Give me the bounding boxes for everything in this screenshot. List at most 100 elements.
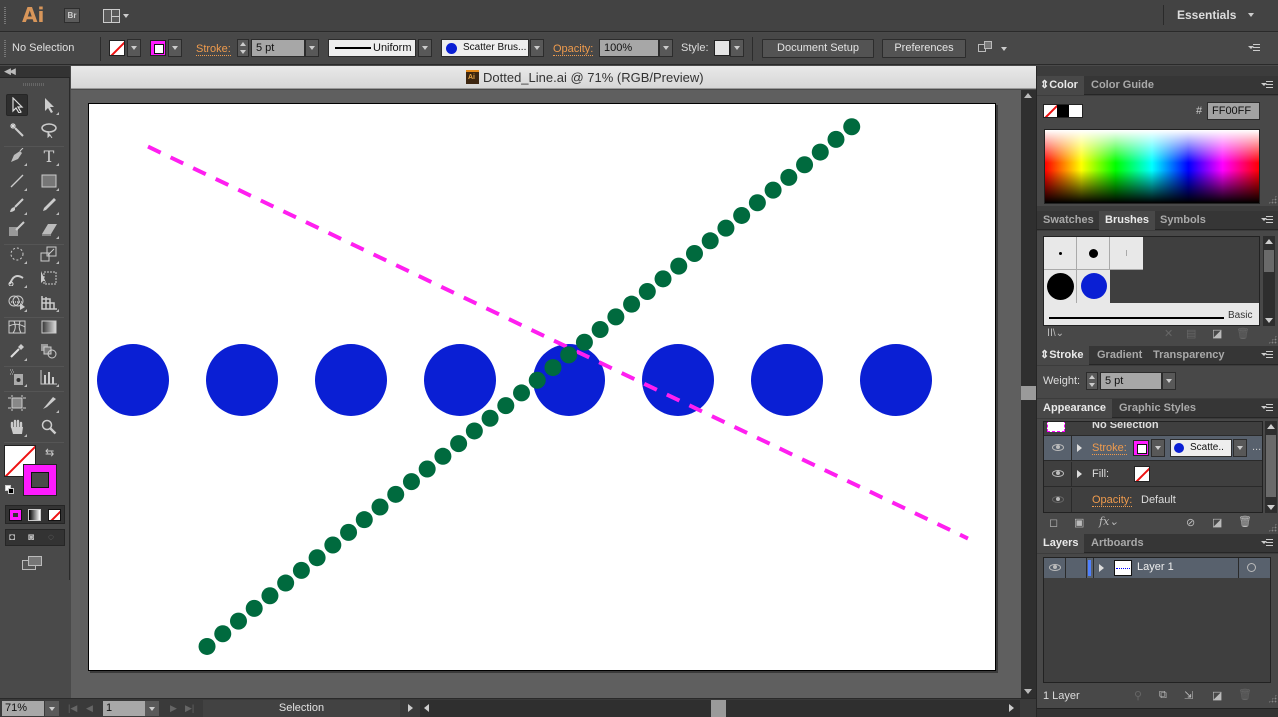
scroll-thumb[interactable] xyxy=(1021,386,1036,400)
tab-graphic-styles[interactable]: Graphic Styles xyxy=(1113,399,1202,418)
tab-transparency[interactable]: Transparency xyxy=(1147,346,1231,365)
clear-appearance-icon[interactable]: ⊘ xyxy=(1186,516,1195,529)
tab-stroke[interactable]: ⇕Stroke xyxy=(1037,346,1090,365)
add-new-fill-icon[interactable]: ▣ xyxy=(1074,516,1084,529)
tab-appearance[interactable]: Appearance xyxy=(1037,399,1112,418)
white-swatch[interactable] xyxy=(1069,105,1083,117)
weight-input[interactable]: 5 pt xyxy=(1100,372,1162,390)
next-artboard-icon[interactable]: ▶ xyxy=(170,703,177,714)
create-new-layer-icon[interactable]: ◪ xyxy=(1212,689,1222,702)
profile-dropdown[interactable] xyxy=(418,39,432,57)
resize-grip[interactable] xyxy=(1268,195,1277,204)
panel-menu-icon[interactable] xyxy=(1261,216,1273,225)
artboard-number-input[interactable]: 1 xyxy=(103,701,145,716)
delete-brush-icon[interactable]: 🗑 xyxy=(1236,327,1250,340)
artboard[interactable] xyxy=(88,103,996,671)
eye-icon[interactable] xyxy=(1052,496,1064,503)
horizontal-scrollbar[interactable] xyxy=(420,700,1020,717)
more-options[interactable]: ... xyxy=(1252,441,1261,453)
mesh-tool[interactable] xyxy=(6,316,28,338)
tab-symbols[interactable]: Symbols xyxy=(1154,211,1212,230)
eye-icon[interactable] xyxy=(1052,444,1064,451)
hand-tool[interactable] xyxy=(6,416,28,438)
fill-dropdown[interactable] xyxy=(127,39,141,57)
direct-selection-tool[interactable] xyxy=(38,94,60,116)
stroke-label-link[interactable]: Stroke: xyxy=(196,43,231,56)
slice-tool[interactable] xyxy=(38,392,60,414)
default-fill-stroke-icon[interactable] xyxy=(5,485,14,494)
eye-icon[interactable] xyxy=(1049,564,1061,571)
type-tool[interactable]: T xyxy=(38,145,60,167)
scatter-circle[interactable] xyxy=(97,344,169,416)
add-new-stroke-icon[interactable]: ◻ xyxy=(1049,516,1058,529)
dashed-magenta-line[interactable] xyxy=(147,144,969,541)
stroke-weight-stepper[interactable] xyxy=(237,39,249,57)
zoom-tool[interactable] xyxy=(38,416,60,438)
document-tab[interactable]: Ai Dotted_Line.ai @ 71% (RGB/Preview) xyxy=(71,66,1036,89)
brush-libraries-icon[interactable]: ⅠⅠ\⌄ xyxy=(1047,328,1064,339)
scale-tool[interactable] xyxy=(38,243,60,265)
stroke-label-link[interactable]: Stroke: xyxy=(1092,442,1127,455)
brush-swatch[interactable] xyxy=(1077,237,1110,270)
appearance-stroke-row[interactable]: Stroke: Scatte.. ... xyxy=(1044,436,1262,461)
delete-item-icon[interactable]: 🗑 xyxy=(1238,515,1252,528)
locate-object-icon[interactable]: ⚲ xyxy=(1134,689,1142,702)
artboard-dropdown[interactable] xyxy=(145,701,159,716)
gradient-tool[interactable] xyxy=(38,316,60,338)
none-swatch[interactable] xyxy=(1044,105,1057,117)
scroll-thumb[interactable] xyxy=(711,700,726,717)
scatter-circle[interactable] xyxy=(424,344,496,416)
hex-input[interactable]: FF00FF xyxy=(1207,102,1260,120)
document-setup-button[interactable]: Document Setup xyxy=(762,39,874,58)
go-to-bridge-button[interactable]: Br xyxy=(64,8,80,23)
brush-swatch[interactable] xyxy=(1044,237,1077,270)
draw-behind-icon[interactable]: ◙ xyxy=(28,532,43,544)
chevron-down-icon[interactable] xyxy=(1248,13,1254,17)
weight-dropdown[interactable] xyxy=(1162,372,1176,390)
scroll-up-icon[interactable] xyxy=(1024,93,1032,98)
shape-builder-tool[interactable] xyxy=(6,291,28,313)
scatter-circle[interactable] xyxy=(642,344,714,416)
panel-menu-icon[interactable] xyxy=(1261,81,1273,90)
status-menu-icon[interactable] xyxy=(408,704,413,712)
fill-color-swatch[interactable] xyxy=(1134,466,1150,482)
pencil-tool[interactable] xyxy=(38,194,60,216)
tab-artboards[interactable]: Artboards xyxy=(1085,534,1150,553)
panel-menu-icon[interactable] xyxy=(1261,539,1273,548)
dock-bottom-grip[interactable] xyxy=(1037,708,1278,717)
scatter-brush-swatch[interactable] xyxy=(1077,270,1110,303)
pen-tool[interactable] xyxy=(6,145,28,167)
brush-options-icon[interactable]: ▤ xyxy=(1186,327,1196,340)
collapse-icon[interactable]: ◀◀ xyxy=(4,66,16,77)
shaper-tool[interactable] xyxy=(6,218,28,240)
isolate-selected-object-icon[interactable] xyxy=(978,41,994,55)
tab-gradient[interactable]: Gradient xyxy=(1091,346,1148,365)
scroll-right-icon[interactable] xyxy=(1009,704,1014,712)
target-icon[interactable] xyxy=(1247,563,1256,572)
delete-layer-icon[interactable]: 🗑 xyxy=(1238,688,1252,701)
tab-color-guide[interactable]: Color Guide xyxy=(1085,76,1160,95)
first-artboard-icon[interactable]: |◀ xyxy=(68,703,77,714)
previous-artboard-icon[interactable]: ◀ xyxy=(86,703,93,714)
black-swatch[interactable] xyxy=(1056,105,1070,117)
last-artboard-icon[interactable]: ▶| xyxy=(185,703,194,714)
status-mode-label[interactable]: Selection xyxy=(203,700,400,717)
swap-fill-stroke-icon[interactable]: ⇆ xyxy=(45,446,54,459)
column-graph-tool[interactable] xyxy=(38,366,60,388)
stroke-brush-select[interactable]: Scatte.. xyxy=(1170,439,1232,457)
arrange-documents-button[interactable] xyxy=(103,8,131,24)
scatter-circle[interactable] xyxy=(315,344,387,416)
stroke-color-dropdown[interactable] xyxy=(1151,439,1165,457)
eye-icon[interactable] xyxy=(1052,470,1064,477)
magic-wand-tool[interactable] xyxy=(6,119,28,141)
eyedropper-tool[interactable] xyxy=(6,340,28,362)
brush-swatch[interactable] xyxy=(1044,270,1077,303)
graphic-style-swatch[interactable] xyxy=(714,40,730,56)
draw-inside-icon[interactable]: ◌ xyxy=(48,532,63,544)
symbol-sprayer-tool[interactable] xyxy=(6,366,28,388)
add-new-effect-icon[interactable]: fx⌄ xyxy=(1099,515,1119,528)
free-transform-tool[interactable] xyxy=(38,267,60,289)
appearance-scrollbar[interactable] xyxy=(1265,421,1277,513)
vertical-scrollbar[interactable] xyxy=(1021,90,1036,698)
panel-menu-icon[interactable] xyxy=(1261,351,1273,360)
